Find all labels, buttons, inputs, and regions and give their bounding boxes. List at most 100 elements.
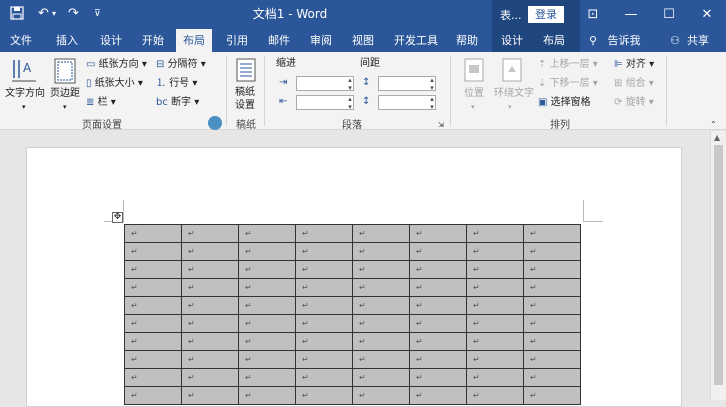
table-cell[interactable]: ↵	[124, 278, 182, 297]
tab-file[interactable]: 文件	[2, 29, 40, 52]
table-cell[interactable]: ↵	[466, 278, 524, 297]
table-cell[interactable]: ↵	[124, 260, 182, 279]
spacing-after-input[interactable]	[378, 95, 436, 111]
table-cell[interactable]: ↵	[409, 368, 467, 387]
table-cell[interactable]: ↵	[466, 332, 524, 351]
rotate-button[interactable]: ⟳ 旋转 ▾	[614, 96, 654, 110]
collapse-ribbon-icon[interactable]: ⌃	[710, 118, 717, 132]
table-cell[interactable]: ↵	[181, 224, 239, 243]
table-cell[interactable]: ↵	[466, 368, 524, 387]
table-cell[interactable]: ↵	[352, 314, 410, 333]
table-cell[interactable]: ↵	[124, 332, 182, 351]
table-cell[interactable]: ↵	[124, 386, 182, 405]
table-cell[interactable]: ↵	[409, 386, 467, 405]
table-cell[interactable]: ↵	[409, 332, 467, 351]
columns-button[interactable]: ≣ 栏 ▾	[86, 96, 116, 110]
scroll-up-icon[interactable]: ▲	[714, 133, 720, 142]
vertical-scrollbar[interactable]: ▲	[710, 131, 726, 400]
align-button[interactable]: ⊫ 对齐 ▾	[614, 58, 654, 72]
table-cell[interactable]: ↵	[238, 350, 296, 369]
table-cell[interactable]: ↵	[352, 278, 410, 297]
table-cell[interactable]: ↵	[466, 350, 524, 369]
tab-help[interactable]: 帮助	[448, 29, 486, 52]
table-cell[interactable]: ↵	[295, 260, 353, 279]
table-cell[interactable]: ↵	[295, 368, 353, 387]
table-cell[interactable]: ↵	[523, 332, 581, 351]
tab-home[interactable]: 开始	[134, 29, 172, 52]
send-backward-button[interactable]: ⇣ 下移一层 ▾	[538, 77, 598, 91]
lightbulb-icon[interactable]: ⚲	[586, 29, 600, 52]
table-cell[interactable]: ↵	[238, 296, 296, 315]
table-cell[interactable]: ↵	[181, 332, 239, 351]
table-cell[interactable]: ↵	[124, 224, 182, 243]
table-cell[interactable]: ↵	[124, 296, 182, 315]
tab-review[interactable]: 审阅	[302, 29, 340, 52]
size-button[interactable]: ▯ 纸张大小 ▾	[86, 77, 143, 91]
table-cell[interactable]: ↵	[523, 314, 581, 333]
tab-developer[interactable]: 开发工具	[388, 29, 444, 52]
table-cell[interactable]: ↵	[352, 368, 410, 387]
table-cell[interactable]: ↵	[523, 260, 581, 279]
table-cell[interactable]: ↵	[409, 224, 467, 243]
table-cell[interactable]: ↵	[352, 332, 410, 351]
table-cell[interactable]: ↵	[295, 332, 353, 351]
table-cell[interactable]: ↵	[238, 242, 296, 261]
table-cell[interactable]: ↵	[523, 296, 581, 315]
table-cell[interactable]: ↵	[409, 242, 467, 261]
orientation-button[interactable]: ▭ 纸张方向 ▾	[86, 58, 147, 72]
table-cell[interactable]: ↵	[238, 260, 296, 279]
table-cell[interactable]: ↵	[295, 224, 353, 243]
tab-references[interactable]: 引用	[218, 29, 256, 52]
hyphenation-button[interactable]: bc 断字 ▾	[156, 96, 199, 110]
table-cell[interactable]: ↵	[238, 386, 296, 405]
table-cell[interactable]: ↵	[466, 314, 524, 333]
breaks-button[interactable]: ⊟ 分隔符 ▾	[156, 58, 206, 72]
table-cell[interactable]: ↵	[352, 260, 410, 279]
table-cell[interactable]: ↵	[295, 278, 353, 297]
share-user-icon[interactable]: ⚇	[668, 29, 682, 52]
table-cell[interactable]: ↵	[295, 242, 353, 261]
share-button[interactable]: 共享	[684, 29, 712, 52]
bring-forward-button[interactable]: ⇡ 上移一层 ▾	[538, 58, 598, 72]
table-cell[interactable]: ↵	[295, 314, 353, 333]
table-cell[interactable]: ↵	[523, 242, 581, 261]
table-cell[interactable]: ↵	[466, 224, 524, 243]
table-cell[interactable]: ↵	[523, 224, 581, 243]
table-cell[interactable]: ↵	[181, 278, 239, 297]
document-table[interactable]: ↵ ↵ ↵ ↵ ↵ ↵ ↵ ↵ ↵ ↵ ↵ ↵ ↵ ↵ ↵ ↵ ↵ ↵ ↵ ↵ ↵ ↵ ↵ ↵ ↵ ↵ ↵ ↵ ↵ ↵ ↵ ↵ ↵ ↵ ↵ ↵ ↵ ↵ ↵ ↵…	[124, 224, 581, 405]
table-cell[interactable]: ↵	[352, 242, 410, 261]
table-cell[interactable]: ↵	[181, 368, 239, 387]
ribbon-display-options-icon[interactable]: ⊡	[574, 0, 612, 29]
indent-left-input[interactable]	[296, 76, 354, 92]
table-cell[interactable]: ↵	[352, 296, 410, 315]
minimize-icon[interactable]: —	[612, 0, 650, 29]
login-button[interactable]: 登录	[528, 6, 564, 23]
table-cell[interactable]: ↵	[124, 242, 182, 261]
table-cell[interactable]: ↵	[523, 278, 581, 297]
table-cell[interactable]: ↵	[523, 368, 581, 387]
tab-mailings[interactable]: 邮件	[260, 29, 298, 52]
tab-table-layout[interactable]: 布局	[536, 29, 572, 52]
table-cell[interactable]: ↵	[352, 350, 410, 369]
table-move-handle-icon[interactable]: ✥	[112, 212, 123, 223]
tab-design[interactable]: 设计	[92, 29, 130, 52]
table-cell[interactable]: ↵	[409, 260, 467, 279]
table-cell[interactable]: ↵	[466, 296, 524, 315]
table-cell[interactable]: ↵	[466, 260, 524, 279]
table-cell[interactable]: ↵	[409, 350, 467, 369]
tab-insert[interactable]: 插入	[48, 29, 86, 52]
tab-layout[interactable]: 布局	[176, 29, 212, 52]
spacing-before-input[interactable]	[378, 76, 436, 92]
tab-table-design[interactable]: 设计	[494, 29, 530, 52]
group-button[interactable]: ⊞ 组合 ▾	[614, 77, 654, 91]
table-cell[interactable]: ↵	[238, 224, 296, 243]
page-setup-dialog-launcher-icon[interactable]	[208, 116, 222, 130]
table-cell[interactable]: ↵	[181, 350, 239, 369]
paragraph-dialog-launcher-icon[interactable]: ⇲	[438, 118, 444, 132]
table-cell[interactable]: ↵	[124, 350, 182, 369]
table-cell[interactable]: ↵	[238, 332, 296, 351]
close-icon[interactable]: ✕	[688, 0, 726, 29]
table-cell[interactable]: ↵	[181, 386, 239, 405]
table-cell[interactable]: ↵	[238, 368, 296, 387]
table-cell[interactable]: ↵	[295, 296, 353, 315]
